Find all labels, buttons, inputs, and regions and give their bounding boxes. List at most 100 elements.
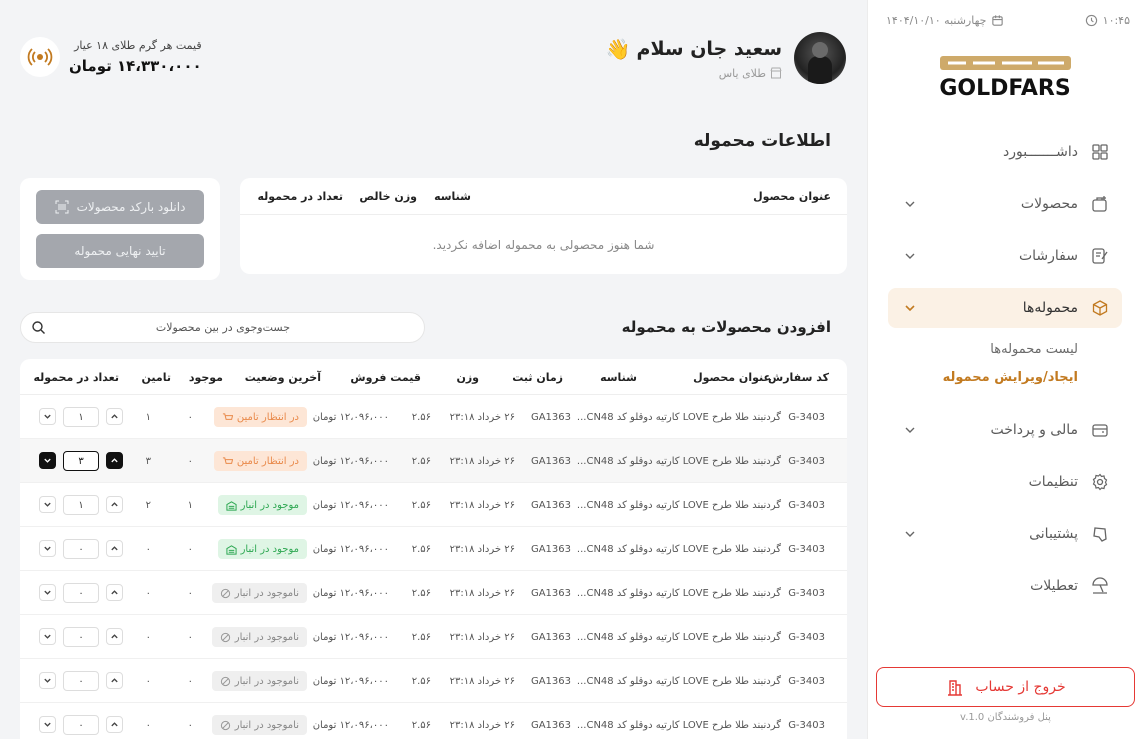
col-sku: شناسه <box>600 371 637 384</box>
submenu-create-edit-shipment[interactable]: ایجاد/ویرایش محموله <box>888 364 1078 392</box>
order-code[interactable]: G-3403 <box>788 571 825 615</box>
col-weight: وزن <box>456 371 479 384</box>
qty-decrease-button[interactable] <box>39 540 56 557</box>
product-search-input[interactable]: جست‌وجوی در بین محصولات <box>20 312 425 343</box>
status-text: ناموجود در انبار <box>234 675 299 687</box>
qty-decrease-button[interactable] <box>39 716 56 733</box>
sale-price: ۱۲،۰۹۶،۰۰۰ تومان <box>312 631 389 643</box>
chevron-up-icon <box>110 632 119 641</box>
qty-increase-button[interactable] <box>106 496 123 513</box>
goldfars-logo[interactable]: GOLDFARS <box>938 50 1073 100</box>
chevron-down-icon[interactable] <box>902 526 918 542</box>
qty-decrease-button[interactable] <box>39 672 56 689</box>
order-code[interactable]: G-3403 <box>788 703 825 739</box>
created-time: ۲۶ خرداد ۲۳:۱۸ <box>449 499 515 511</box>
table-row[interactable]: G-3403 گردنبند طلا طرح LOVE کارتیه دوقلو … <box>20 615 847 659</box>
nav-support[interactable]: پشتیبانی <box>888 514 1122 554</box>
date-text: چهارشنبه ۱۴۰۴/۱۰/۱۰ <box>886 13 987 27</box>
qty-input[interactable]: ۱ <box>63 495 99 515</box>
user-profile[interactable]: سعید جان سلام 👋 طلای یاس <box>606 32 846 84</box>
warehouse-icon <box>225 544 237 555</box>
table-row[interactable]: G-3403 گردنبند طلا طرح LOVE کارتیه دوقلو … <box>20 527 847 571</box>
stock-count: ۰ <box>187 675 193 687</box>
chevron-down-icon[interactable] <box>902 300 918 316</box>
table-row[interactable]: G-3403 گردنبند طلا طرح LOVE کارتیه دوقلو … <box>20 483 847 527</box>
qty-decrease-button[interactable] <box>39 452 56 469</box>
qty-input[interactable]: ۰ <box>63 583 99 603</box>
nav-dashboard[interactable]: داشـــــــبورد <box>888 132 1122 172</box>
qty-input[interactable]: ۰ <box>63 539 99 559</box>
qty-increase-button[interactable] <box>106 584 123 601</box>
nav-orders-label: سفارشات <box>1018 248 1078 264</box>
qty-decrease-button[interactable] <box>39 628 56 645</box>
submenu-shipments-list[interactable]: لیست محموله‌ها <box>888 336 1078 364</box>
stock-count: ۰ <box>187 631 193 643</box>
table-row[interactable]: G-3403 گردنبند طلا طرح LOVE کارتیه دوقلو … <box>20 659 847 703</box>
stock-count: ۰ <box>187 411 193 423</box>
qty-decrease-button[interactable] <box>39 408 56 425</box>
cart-icon <box>222 456 233 464</box>
col-product-title: عنوان محصول <box>753 190 831 203</box>
order-code[interactable]: G-3403 <box>788 659 825 703</box>
qty-decrease-button[interactable] <box>39 584 56 601</box>
col-title: عنوان محصول <box>693 371 771 384</box>
qty-increase-button[interactable] <box>106 628 123 645</box>
qty-decrease-button[interactable] <box>39 496 56 513</box>
nav-settings[interactable]: تنظیمات <box>888 462 1122 502</box>
table-row[interactable]: G-3403 گردنبند طلا طرح LOVE کارتیه دوقلو … <box>20 571 847 615</box>
confirm-shipment-button[interactable]: تایید نهایی محموله <box>36 234 204 268</box>
download-barcodes-button[interactable]: دانلود بارکد محصولات <box>36 190 204 224</box>
date: چهارشنبه ۱۴۰۴/۱۰/۱۰ <box>886 14 1004 27</box>
qty-input[interactable]: ۱ <box>63 407 99 427</box>
qty-increase-button[interactable] <box>106 452 123 469</box>
logout-button[interactable]: خروج از حساب <box>876 667 1135 707</box>
search-icon[interactable] <box>31 320 46 335</box>
chevron-down-icon[interactable] <box>902 248 918 264</box>
product-weight: ۲.۵۶ <box>411 719 431 731</box>
order-code[interactable]: G-3403 <box>788 483 825 527</box>
order-code[interactable]: G-3403 <box>788 395 825 439</box>
product-weight: ۲.۵۶ <box>411 587 431 599</box>
order-code[interactable]: G-3403 <box>788 439 825 483</box>
table-row[interactable]: G-3403 گردنبند طلا طرح LOVE کارتیه دوقلو … <box>20 395 847 439</box>
nav-products[interactable]: محصولات <box>888 184 1122 224</box>
product-weight: ۲.۵۶ <box>411 543 431 555</box>
sale-price: ۱۲،۰۹۶،۰۰۰ تومان <box>312 455 389 467</box>
status-badge: در انتظار تامین <box>213 407 307 427</box>
chevron-down-icon[interactable] <box>902 196 918 212</box>
nav-finance[interactable]: مالی و پرداخت <box>888 410 1122 450</box>
table-row[interactable]: G-3403 گردنبند طلا طرح LOVE کارتیه دوقلو … <box>20 703 847 739</box>
status-badge: موجود در انبار <box>217 539 307 559</box>
chevron-down-icon <box>43 632 52 641</box>
chevron-up-icon <box>110 676 119 685</box>
nav-holidays[interactable]: تعطیلات <box>888 566 1122 606</box>
product-sku: GA1363 <box>530 719 571 731</box>
order-code[interactable]: G-3403 <box>788 527 825 571</box>
qty-increase-button[interactable] <box>106 540 123 557</box>
nav-dashboard-label: داشـــــــبورد <box>1002 144 1078 160</box>
nav-holidays-label: تعطیلات <box>1030 578 1078 594</box>
qty-input[interactable]: ۳ <box>63 451 99 471</box>
created-time: ۲۶ خرداد ۲۳:۱۸ <box>449 587 515 599</box>
qty-input[interactable]: ۰ <box>63 715 99 735</box>
qty-increase-button[interactable] <box>106 408 123 425</box>
qty-input[interactable]: ۰ <box>63 627 99 647</box>
product-sku: GA1363 <box>530 499 571 511</box>
nav-orders[interactable]: سفارشات <box>888 236 1122 276</box>
status-badge: در انتظار تامین <box>213 451 307 471</box>
table-row[interactable]: G-3403 گردنبند طلا طرح LOVE کارتیه دوقلو … <box>20 439 847 483</box>
shipment-actions-card: دانلود بارکد محصولات تایید نهایی محموله <box>20 178 220 280</box>
product-sku: GA1363 <box>530 411 571 423</box>
empty-state-text: شما هنوز محصولی به محموله اضافه نکردید. <box>432 238 655 252</box>
qty-increase-button[interactable] <box>106 716 123 733</box>
chevron-down-icon[interactable] <box>902 422 918 438</box>
status-badge: ناموجود در انبار <box>211 671 307 691</box>
search-placeholder: جست‌وجوی در بین محصولات <box>155 321 290 334</box>
avatar[interactable] <box>794 32 846 84</box>
nav-finance-label: مالی و پرداخت <box>990 422 1078 438</box>
qty-input[interactable]: ۰ <box>63 671 99 691</box>
col-sale-price: قیمت فروش <box>350 371 421 384</box>
order-code[interactable]: G-3403 <box>788 615 825 659</box>
nav-shipments[interactable]: محموله‌ها <box>888 288 1122 328</box>
qty-increase-button[interactable] <box>106 672 123 689</box>
